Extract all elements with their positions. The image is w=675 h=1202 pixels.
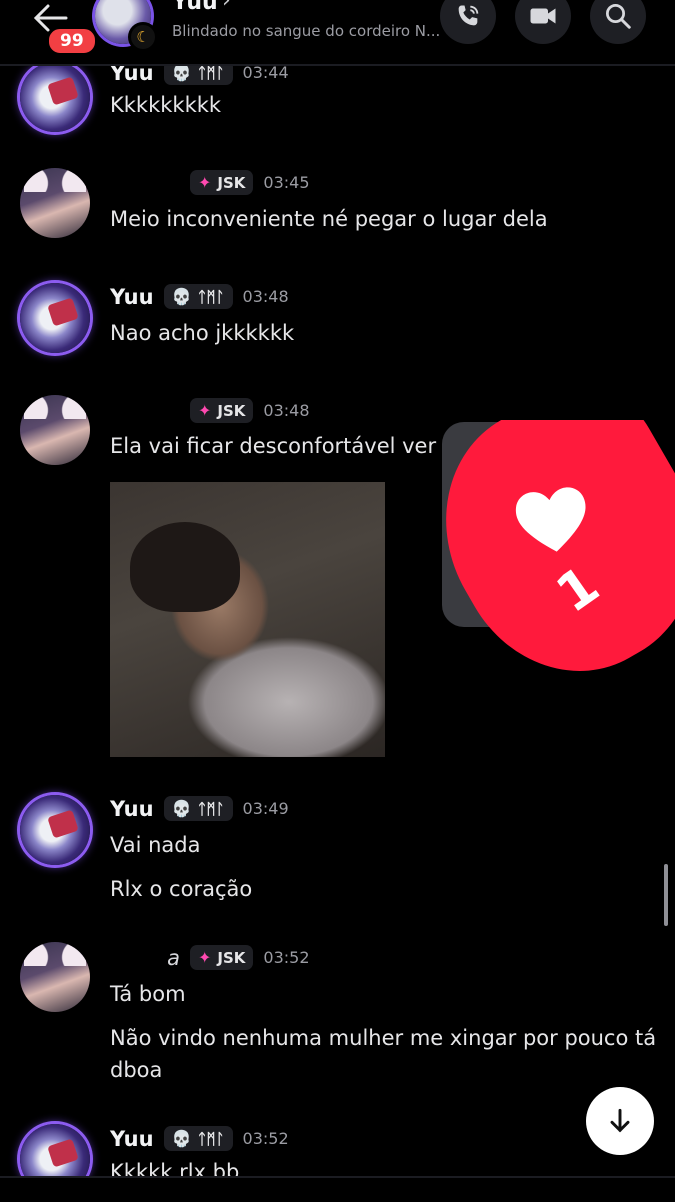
image-attachment[interactable] xyxy=(110,482,385,757)
skull-icon: 💀 xyxy=(171,1129,192,1148)
heart-icon[interactable] xyxy=(512,480,592,556)
message-text[interactable]: Não vindo nenhuma mulher me xingar por p… xyxy=(110,1026,656,1050)
avatar[interactable] xyxy=(20,283,90,353)
idle-status-icon: ☾ xyxy=(128,22,158,52)
page-title[interactable]: Yuu xyxy=(172,0,218,15)
message-text[interactable]: dboa xyxy=(110,1058,162,1082)
unread-badge: 99 xyxy=(46,26,98,56)
user-tag[interactable]: 💀 ᛏᛗᛚ xyxy=(163,1126,233,1151)
guild-tag-icon: ✦ xyxy=(198,173,212,192)
message-author[interactable]: Yuu xyxy=(110,797,154,821)
avatar[interactable] xyxy=(20,942,90,1012)
voice-call-button[interactable] xyxy=(440,0,496,44)
message-text[interactable]: Ela vai ficar desconfortável ver vo xyxy=(110,434,468,458)
message-timestamp: 03:48 xyxy=(242,287,289,306)
search-icon xyxy=(606,4,631,29)
guild-tag-icon: ✦ xyxy=(198,948,212,967)
skull-icon: 💀 xyxy=(171,799,192,818)
message-text[interactable]: Vai nada xyxy=(110,833,201,857)
message-text[interactable]: Nao acho jkkkkkk xyxy=(110,321,294,345)
message-author[interactable]: a xyxy=(110,946,180,970)
message-composer[interactable] xyxy=(0,1176,675,1202)
avatar[interactable] xyxy=(20,62,90,132)
chevron-right-icon[interactable]: › xyxy=(222,0,231,13)
search-button[interactable] xyxy=(590,0,646,44)
message-text[interactable]: Kkkkkkkkk xyxy=(110,93,221,117)
jump-to-latest-button[interactable] xyxy=(586,1087,654,1155)
message-text[interactable]: Rlx o coração xyxy=(110,877,252,901)
avatar[interactable] xyxy=(20,395,90,465)
scrollbar[interactable] xyxy=(664,864,668,926)
message-timestamp: 03:52 xyxy=(242,1129,289,1148)
user-tag[interactable]: 💀 ᛏᛗᛚ xyxy=(163,284,233,309)
message-timestamp: 03:52 xyxy=(263,948,310,967)
message-author[interactable]: Yuu xyxy=(110,1127,154,1151)
video-camera-icon xyxy=(530,8,556,24)
message-text[interactable]: Meio inconveniente né pegar o lugar dela xyxy=(110,207,548,231)
avatar[interactable] xyxy=(20,168,90,238)
video-call-button[interactable] xyxy=(515,0,571,44)
phone-icon xyxy=(458,5,479,26)
user-tag[interactable]: ✦ JSK xyxy=(190,170,254,195)
message-author[interactable]: Yuu xyxy=(110,285,154,309)
message-timestamp: 03:45 xyxy=(263,173,310,192)
user-tag[interactable]: ✦ JSK xyxy=(190,945,254,970)
message-text[interactable]: Tá bom xyxy=(110,982,186,1006)
message-timestamp: 03:49 xyxy=(242,799,289,818)
guild-tag-icon: ✦ xyxy=(198,401,212,420)
user-tag[interactable]: ✦ JSK xyxy=(190,398,254,423)
skull-icon: 💀 xyxy=(171,287,192,306)
chat-header: 99 ☾ Yuu › Blindado no sangue do cordeir… xyxy=(0,0,675,66)
avatar[interactable] xyxy=(20,795,90,865)
user-status: Blindado no sangue do cordeiro N... xyxy=(172,22,441,40)
message-timestamp: 03:48 xyxy=(263,401,310,420)
user-tag[interactable]: 💀 ᛏᛗᛚ xyxy=(163,796,233,821)
arrow-down-icon xyxy=(610,1108,630,1133)
